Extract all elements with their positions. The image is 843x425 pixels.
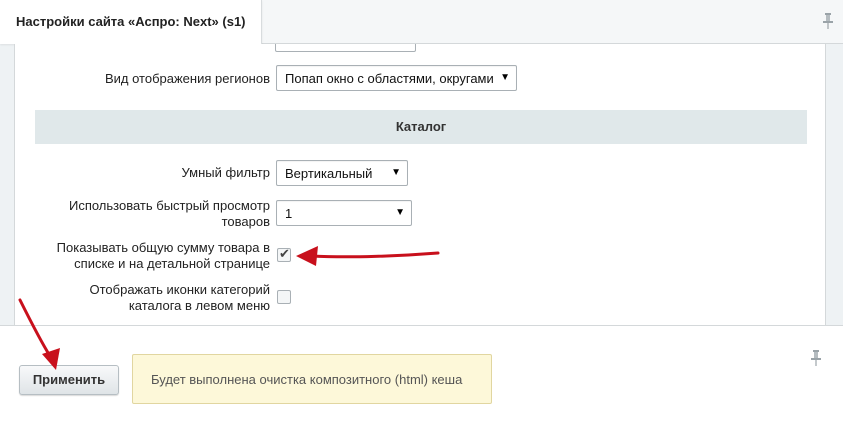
region-display-label: Вид отображения регионов	[104, 71, 270, 86]
region-display-value: Попап окно с областями, округами	[285, 71, 494, 86]
region-display-select[interactable]: Попап окно с областями, округами ▼	[276, 65, 517, 91]
settings-tab[interactable]: Настройки сайта «Аспро: Next» (s1)	[0, 0, 262, 44]
smart-filter-select[interactable]: Вертикальный ▼	[276, 160, 408, 186]
total-sum-label-line2: списке и на детальной странице	[74, 256, 270, 271]
settings-content: Вид отображения регионов Попап окно с об…	[14, 44, 826, 325]
total-sum-label-line1: Показывать общую сумму товара в	[56, 240, 270, 255]
category-icons-label-line1: Отображать иконки категорий	[89, 282, 271, 297]
dropdown-arrow-icon: ▼	[391, 167, 401, 178]
footer-bar: Применить Будет выполнена очистка композ…	[0, 325, 843, 425]
catalog-section-header: Каталог	[35, 110, 807, 144]
settings-window: Настройки сайта «Аспро: Next» (s1) Вид о…	[0, 0, 843, 425]
category-icons-label: Отображать иконки категорий каталога в л…	[35, 282, 271, 314]
dropdown-arrow-icon: ▼	[395, 207, 405, 218]
total-sum-label: Показывать общую сумму товара в списке и…	[35, 240, 270, 272]
smart-filter-label: Умный фильтр	[181, 165, 271, 180]
window-header: Настройки сайта «Аспро: Next» (s1)	[0, 0, 843, 44]
pin-icon[interactable]	[822, 13, 834, 29]
quick-view-select[interactable]: 1 ▼	[276, 200, 412, 226]
dropdown-arrow-icon: ▼	[500, 72, 510, 83]
cache-notice: Будет выполнена очистка композитного (ht…	[132, 354, 492, 404]
partial-select[interactable]	[275, 44, 416, 52]
pin-icon[interactable]	[810, 350, 822, 366]
apply-button[interactable]: Применить	[19, 365, 119, 395]
total-sum-checkbox[interactable]: ✔	[277, 246, 291, 262]
checkmark-icon: ✔	[279, 246, 290, 261]
category-icons-checkbox[interactable]	[277, 290, 291, 304]
quick-view-label-line1: Использовать быстрый просмотр	[68, 198, 270, 213]
quick-view-label-line2: товаров	[221, 214, 270, 229]
smart-filter-value: Вертикальный	[285, 166, 373, 181]
quick-view-value: 1	[285, 206, 293, 221]
category-icons-label-line2: каталога в левом меню	[128, 298, 270, 313]
quick-view-label: Использовать быстрый просмотр товаров	[35, 198, 270, 230]
